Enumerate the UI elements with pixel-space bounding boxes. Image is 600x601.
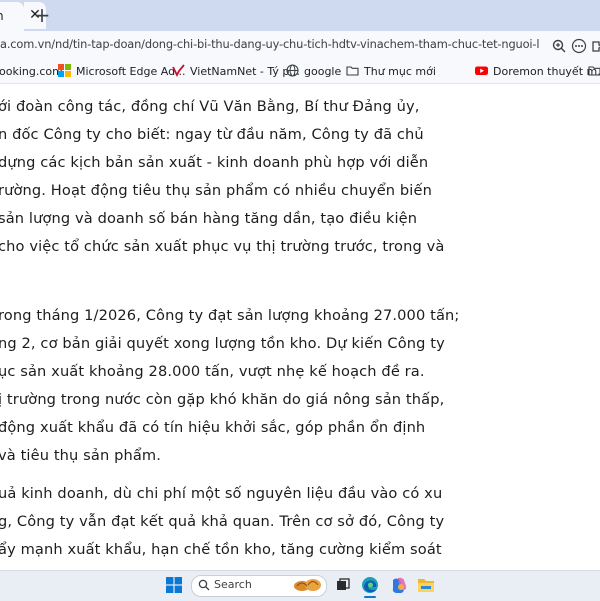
more-icon[interactable] [571, 38, 587, 54]
paragraph-line: dựng các kịch bản sản xuất - kinh doanh … [0, 154, 429, 171]
paragraph-line: ng 2, cơ bản giải quyết xong lượng tồn k… [0, 335, 445, 352]
paragraph-line: sản lượng và doanh số bán hàng tăng dần,… [0, 210, 418, 227]
paragraph-line: uả kinh doanh, dù chi phí một số nguyên … [0, 485, 443, 502]
bookmarks-overflow[interactable] [588, 64, 600, 80]
folder-icon [346, 66, 359, 76]
globe-icon [286, 64, 299, 77]
task-view-icon[interactable] [336, 578, 350, 592]
bookmarks-bar: ooking.com Microsoft Edge Ad... VietNamN… [0, 61, 600, 84]
new-tab-button[interactable]: + [31, 4, 53, 26]
bookmark-vietnamnet[interactable]: VietNamNet - Tý p... [172, 64, 300, 80]
edge-icon[interactable] [361, 576, 379, 594]
windows-start-icon[interactable] [166, 577, 182, 593]
paragraph-line: ục sản xuất khoảng 28.000 tấn, vượt nhẹ … [0, 363, 425, 380]
tab-strip: h ✕ + [0, 0, 600, 31]
paragraph-line: n đốc Công ty cho biết: ngay từ đầu năm,… [0, 126, 424, 143]
extensions-icon[interactable] [591, 38, 600, 54]
paragraph-line: ẩy mạnh xuất khẩu, hạn chế tồn kho, tăng… [0, 541, 442, 558]
vietnamnet-icon [172, 64, 185, 77]
bookmark-microsoft-edge[interactable]: Microsoft Edge Ad... [58, 64, 186, 80]
browser-tab[interactable]: h [0, 2, 24, 31]
search-highlight-icon [294, 579, 321, 591]
bookmark-google[interactable]: google [286, 64, 341, 80]
youtube-icon [475, 66, 488, 75]
paragraph-line: và tiêu thụ sản phẩm. [0, 447, 161, 464]
tab-title: h [0, 9, 4, 23]
folder-icon [588, 66, 600, 76]
search-icon [198, 579, 210, 591]
address-bar-row: a.com.vn/nd/tin-tap-doan/dong-chi-bi-thu… [0, 31, 600, 61]
address-bar-url[interactable]: a.com.vn/nd/tin-tap-doan/dong-chi-bi-thu… [0, 37, 540, 55]
bookmark-booking[interactable]: ooking.com [0, 64, 63, 80]
article-content: ới đoàn công tác, đồng chí Vũ Văn Bằng, … [0, 84, 600, 570]
paragraph-line: ị trường trong nước còn gặp khó khăn do … [0, 391, 445, 408]
active-app-indicator [364, 596, 376, 598]
paragraph-line: g, Công ty vẫn đạt kết quả khả quan. Trê… [0, 513, 445, 530]
paragraph-line: ới đoàn công tác, đồng chí Vũ Văn Bằng, … [0, 98, 420, 115]
bookmark-doremon[interactable]: Doremon thuyết m... [475, 64, 600, 80]
bookmark-folder[interactable]: Thư mục mới [346, 64, 436, 80]
paragraph-line: cho việc tổ chức sản xuất phục vụ thị tr… [0, 238, 445, 255]
taskbar-search-placeholder: Search [214, 578, 252, 591]
paragraph-line: rường. Hoạt động tiêu thụ sản phẩm có nh… [0, 182, 432, 199]
microsoft-icon [58, 64, 71, 77]
paragraph-line: động xuất khẩu đã có tín hiệu khởi sắc, … [0, 419, 426, 436]
paragraph-line: rong tháng 1/2026, Công ty đạt sản lượng… [0, 307, 460, 324]
zoom-icon[interactable] [551, 38, 567, 54]
copilot-icon[interactable] [390, 576, 408, 594]
file-explorer-icon[interactable] [417, 577, 435, 593]
